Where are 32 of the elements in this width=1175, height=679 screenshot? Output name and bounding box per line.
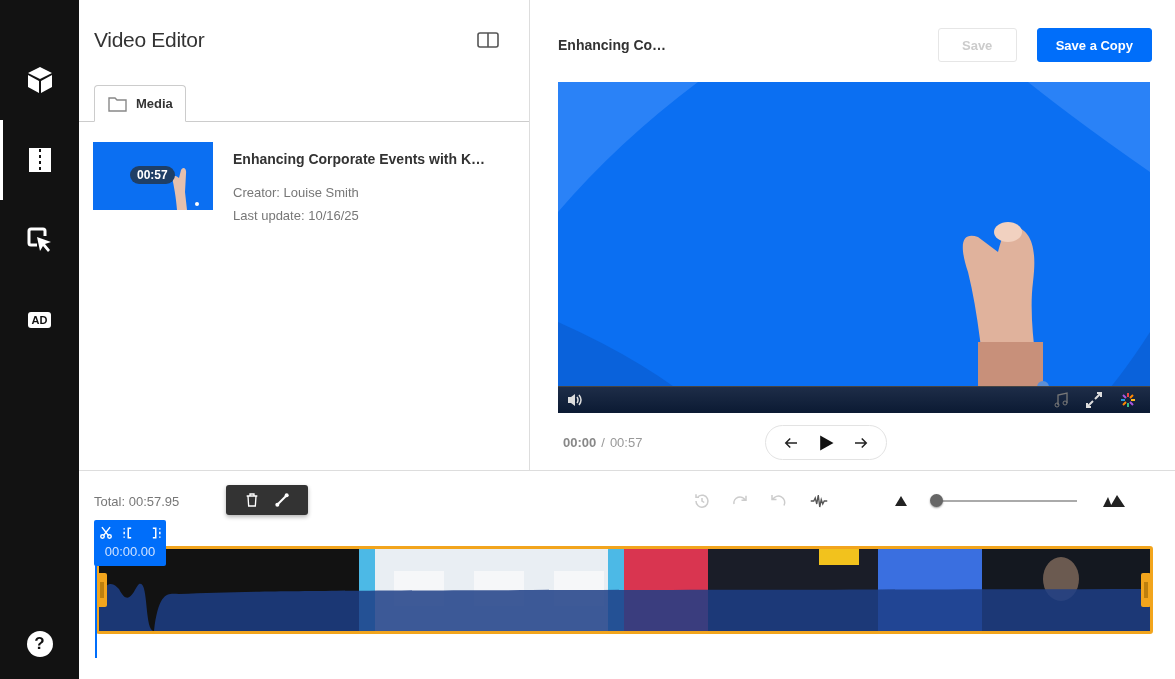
split-view-icon bbox=[28, 148, 51, 172]
current-time: 00:00 bbox=[563, 435, 597, 450]
cube-icon bbox=[26, 66, 53, 94]
video-title: Enhancing Co… bbox=[558, 37, 668, 53]
trim-handle[interactable] bbox=[1141, 573, 1151, 607]
time-separator: / bbox=[601, 435, 605, 450]
media-thumbnail[interactable]: 00:57 bbox=[93, 142, 213, 210]
media-title: Enhancing Corporate Events with K… bbox=[233, 151, 486, 167]
layout-toggle-icon[interactable] bbox=[475, 30, 501, 50]
duration-badge: 00:57 bbox=[130, 166, 175, 184]
zoom-in-icon[interactable] bbox=[1103, 495, 1125, 507]
help-button[interactable]: ? bbox=[26, 631, 53, 657]
media-tab[interactable]: Media bbox=[94, 85, 186, 122]
playhead-time: 00:00.00 bbox=[104, 544, 156, 559]
total-duration: 00:57 bbox=[609, 435, 643, 450]
music-note-icon[interactable] bbox=[1054, 392, 1068, 408]
trim-handle[interactable] bbox=[97, 573, 107, 607]
burst-logo-icon[interactable] bbox=[1120, 392, 1136, 408]
audio-description-badge: AD bbox=[27, 312, 52, 328]
fullscreen-icon[interactable] bbox=[1086, 392, 1102, 408]
save-copy-button[interactable]: Save a Copy bbox=[1036, 28, 1152, 62]
media-last-update: Last update: 10/16/25 bbox=[233, 207, 360, 225]
sidebar-item[interactable]: AD bbox=[0, 280, 79, 360]
folder-icon bbox=[108, 95, 127, 112]
panel-title: Video Editor bbox=[94, 28, 205, 52]
total-duration-label: Total: 00:57.95 bbox=[94, 493, 181, 509]
volume-icon[interactable] bbox=[567, 393, 583, 407]
zoom-out-icon[interactable] bbox=[895, 496, 907, 506]
zoom-slider-thumb[interactable] bbox=[930, 494, 944, 507]
scissors-icon[interactable] bbox=[97, 524, 115, 542]
selection-cursor-icon bbox=[26, 227, 53, 253]
media-creator: Creator: Louise Smith bbox=[233, 184, 360, 202]
